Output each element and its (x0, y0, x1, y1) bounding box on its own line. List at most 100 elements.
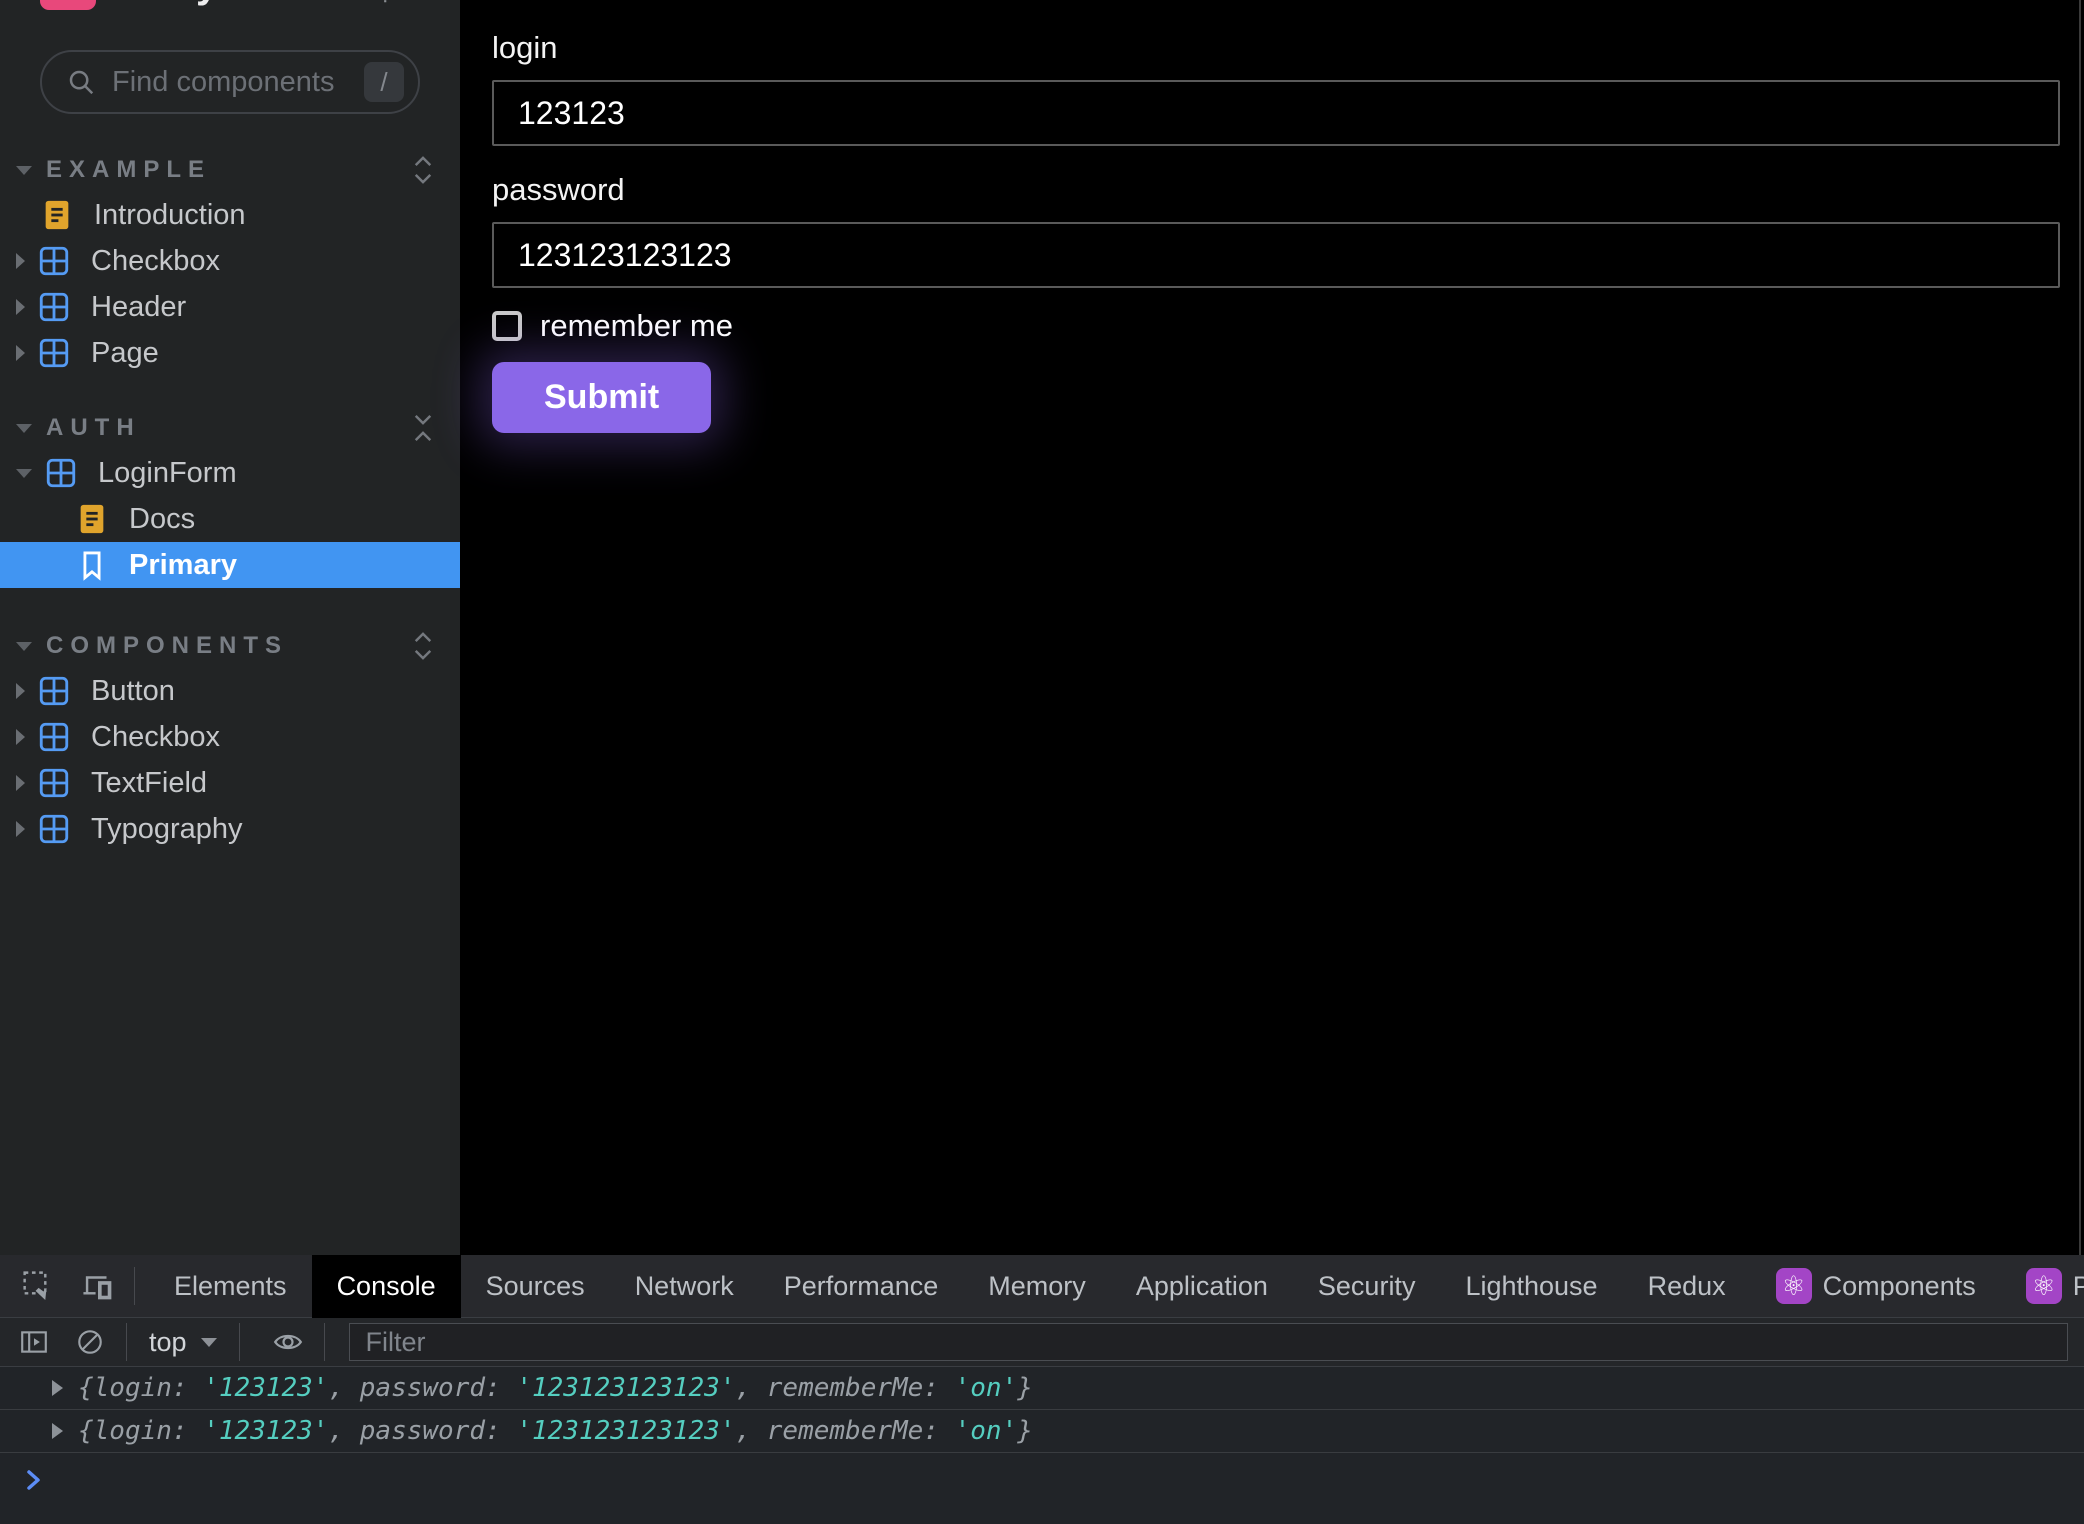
tab-sources[interactable]: Sources (461, 1255, 610, 1318)
sidebar-item-label: Checkbox (91, 245, 220, 278)
collapse-all-icon[interactable] (410, 411, 436, 445)
component-icon (37, 812, 71, 846)
chevron-down-icon (16, 469, 32, 478)
remember-me-label: remember me (540, 308, 733, 344)
bookmark-icon (75, 548, 109, 582)
toolbar-separator (126, 1323, 127, 1361)
chevron-down-icon (16, 166, 32, 175)
search-icon (66, 67, 96, 97)
chevron-down-icon (201, 1338, 217, 1347)
sidebar-item-textfield[interactable]: TextField (0, 760, 460, 806)
console-log-row: {login: '123123', password: '12312312312… (0, 1410, 2084, 1453)
console-sidebar-toggle-button[interactable] (12, 1322, 56, 1362)
toolbar-separator (324, 1323, 325, 1361)
sidebar-item-label: Typography (91, 813, 243, 846)
login-form: login password remember me Submit (492, 30, 2060, 433)
login-input[interactable] (492, 80, 2060, 146)
chevron-down-icon (16, 642, 32, 651)
component-icon (37, 244, 71, 278)
tab-console[interactable]: Console (312, 1255, 461, 1318)
component-icon (37, 674, 71, 708)
chevron-right-icon (16, 775, 25, 791)
sidebar-menu-icon[interactable]: ⁘ (376, 0, 398, 6)
component-icon (37, 336, 71, 370)
sidebar-item-checkbox-2[interactable]: Checkbox (0, 714, 460, 760)
component-icon (37, 766, 71, 800)
sidebar-item-loginform[interactable]: LoginForm (0, 450, 460, 496)
section-header-example[interactable]: EXAMPLE (0, 148, 460, 192)
sidebar-item-checkbox[interactable]: Checkbox (0, 238, 460, 284)
chevron-right-icon (16, 345, 25, 361)
expand-all-icon[interactable] (410, 629, 436, 663)
ban-icon (75, 1327, 105, 1357)
expand-object-icon[interactable] (52, 1380, 63, 1396)
inspect-element-button[interactable] (16, 1264, 60, 1308)
console-log-row: {login: '123123', password: '12312312312… (0, 1367, 2084, 1410)
console-filter-input[interactable] (349, 1323, 2068, 1361)
storybook-logo-icon[interactable] (40, 0, 96, 10)
live-expression-button[interactable] (266, 1322, 310, 1362)
storybook-sidebar: Storybook ⁘ / EXAMPLE (0, 0, 460, 1255)
devtools-panel: Elements Console Sources Network Perform… (0, 1255, 2084, 1524)
tab-memory[interactable]: Memory (963, 1255, 1111, 1318)
sidebar-item-primary-selected[interactable]: Primary (0, 542, 460, 588)
expand-object-icon[interactable] (52, 1423, 63, 1439)
document-icon (40, 198, 74, 232)
device-toolbar-button[interactable] (76, 1264, 120, 1308)
tab-react-profiler[interactable]: ⚛ Profiler (2001, 1255, 2084, 1318)
sidebar-item-introduction[interactable]: Introduction (0, 192, 460, 238)
tab-lighthouse[interactable]: Lighthouse (1440, 1255, 1622, 1318)
chevron-right-icon (16, 821, 25, 837)
logo-row: Storybook ⁘ (0, 0, 460, 14)
panel-left-icon (19, 1327, 49, 1357)
sidebar-item-typography[interactable]: Typography (0, 806, 460, 852)
search-box[interactable]: / (40, 50, 420, 114)
tab-elements[interactable]: Elements (149, 1255, 312, 1318)
sidebar-item-label: Introduction (94, 199, 246, 232)
section-label: COMPONENTS (46, 632, 288, 660)
console-prompt[interactable] (0, 1453, 2084, 1513)
chevron-right-icon (16, 729, 25, 745)
chevron-down-icon (16, 424, 32, 433)
section-header-components[interactable]: COMPONENTS (0, 624, 460, 668)
app-window: Storybook ⁘ / EXAMPLE (0, 0, 2084, 1524)
console-prompt-icon (24, 1467, 44, 1493)
section-header-auth[interactable]: AUTH (0, 406, 460, 450)
sidebar-item-label: TextField (91, 767, 207, 800)
preview-scrollbar[interactable] (2079, 0, 2081, 1255)
document-icon (75, 502, 109, 536)
tab-redux[interactable]: Redux (1623, 1255, 1751, 1318)
section-label: AUTH (46, 414, 141, 442)
devtools-tabbar: Elements Console Sources Network Perform… (0, 1255, 2084, 1318)
console-messages: {login: '123123', password: '12312312312… (0, 1367, 2084, 1513)
sidebar-item-header[interactable]: Header (0, 284, 460, 330)
storybook-logo-text[interactable]: Storybook (112, 0, 319, 7)
tab-performance[interactable]: Performance (759, 1255, 964, 1318)
clear-console-button[interactable] (68, 1322, 112, 1362)
react-icon: ⚛ (1776, 1268, 1812, 1304)
tab-network[interactable]: Network (610, 1255, 759, 1318)
sidebar-item-label: Page (91, 337, 159, 370)
sidebar-item-label: Header (91, 291, 186, 324)
device-toolbar-icon (81, 1269, 115, 1303)
submit-button[interactable]: Submit (492, 362, 711, 433)
search-shortcut-badge: / (364, 62, 404, 102)
toolbar-separator (239, 1323, 240, 1361)
chevron-right-icon (16, 299, 25, 315)
password-label: password (492, 172, 2060, 208)
remember-me-checkbox[interactable] (492, 311, 522, 341)
javascript-context-selector[interactable]: top (141, 1327, 225, 1358)
tab-react-components[interactable]: ⚛ Components (1751, 1255, 2001, 1318)
expand-all-icon[interactable] (410, 153, 436, 187)
sidebar-item-button[interactable]: Button (0, 668, 460, 714)
toolbar-separator (134, 1267, 135, 1305)
password-input[interactable] (492, 222, 2060, 288)
login-label: login (492, 30, 2060, 66)
sidebar-item-label: Checkbox (91, 721, 220, 754)
search-input[interactable] (112, 66, 364, 99)
sidebar-item-page[interactable]: Page (0, 330, 460, 376)
sidebar-item-docs[interactable]: Docs (0, 496, 460, 542)
tab-security[interactable]: Security (1293, 1255, 1441, 1318)
section-label: EXAMPLE (46, 156, 211, 184)
tab-application[interactable]: Application (1111, 1255, 1293, 1318)
